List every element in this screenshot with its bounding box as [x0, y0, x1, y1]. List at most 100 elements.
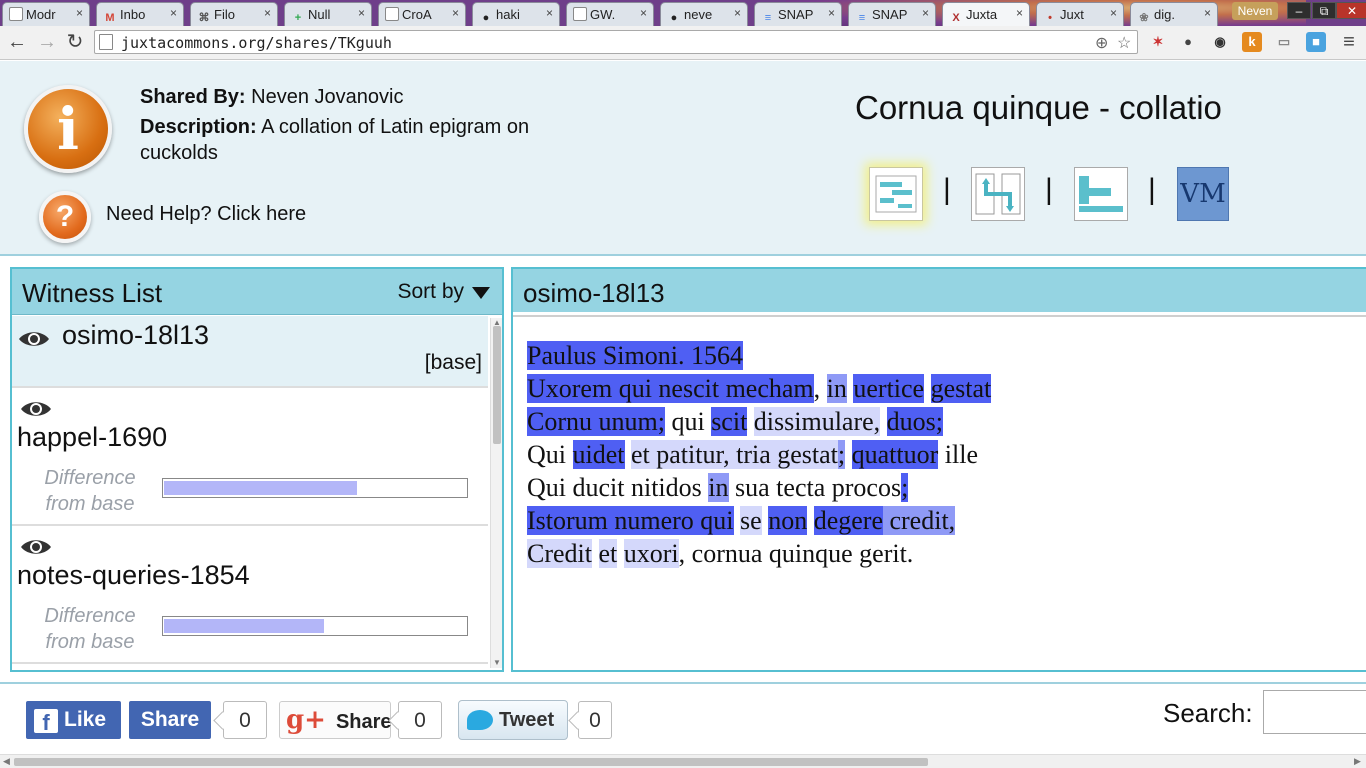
side-by-side-view-button[interactable]: [869, 167, 923, 221]
chrome-menu-icon[interactable]: ≡: [1338, 31, 1360, 53]
witness-name[interactable]: notes-queries-1854: [17, 560, 250, 591]
maximize-button[interactable]: ⧉: [1312, 2, 1336, 19]
witness-list-scrollbar[interactable]: ▲ ▼: [490, 318, 502, 668]
histogram-icon: [1079, 176, 1123, 212]
extension-evernote-icon[interactable]: ●: [1178, 32, 1198, 52]
browser-tab[interactable]: M Inbo ×: [96, 2, 184, 26]
tab-close-icon[interactable]: ×: [452, 6, 459, 20]
text-line: Cornu unum; qui scit dissimulare, duos;: [527, 405, 991, 438]
variant-highlight[interactable]: quattuor: [851, 440, 939, 469]
side-by-side-compare-button[interactable]: [971, 167, 1025, 221]
eye-icon[interactable]: [18, 330, 50, 348]
tab-close-icon[interactable]: ×: [828, 6, 835, 20]
scrollbar-thumb[interactable]: [493, 326, 501, 444]
variant-highlight[interactable]: ;: [901, 473, 909, 502]
variant-highlight[interactable]: duos;: [886, 407, 944, 436]
witness-item[interactable]: happel-1690 Difference from base: [12, 388, 488, 526]
browser-tab[interactable]: ⌘ Filo ×: [190, 2, 278, 26]
help-icon[interactable]: ?: [39, 191, 91, 243]
variant-highlight[interactable]: se: [740, 506, 762, 535]
browser-tab[interactable]: ≡ SNAP ×: [848, 2, 936, 26]
facebook-share-button[interactable]: Share: [129, 701, 211, 739]
tab-close-icon[interactable]: ×: [170, 6, 177, 20]
variant-highlight[interactable]: Uxorem qui nescit mecham: [527, 374, 814, 403]
tab-close-icon[interactable]: ×: [1110, 6, 1117, 20]
variant-highlight[interactable]: in: [708, 473, 729, 502]
tab-close-icon[interactable]: ×: [1204, 6, 1211, 20]
variant-highlight[interactable]: Istorum numero qui: [527, 506, 734, 535]
witness-item[interactable]: osimo-18l13 [base]: [12, 316, 488, 388]
browser-tab[interactable]: ❀ dig. ×: [1130, 2, 1218, 26]
extension-cast-icon[interactable]: ▭: [1274, 32, 1294, 52]
browser-tab[interactable]: • Juxt ×: [1036, 2, 1124, 26]
reload-icon[interactable]: ↻: [64, 31, 86, 53]
browser-tab[interactable]: CroA ×: [378, 2, 466, 26]
browser-tab[interactable]: Modr ×: [2, 2, 90, 26]
browser-tab[interactable]: ● haki ×: [472, 2, 560, 26]
sort-by-dropdown[interactable]: Sort by: [397, 280, 490, 304]
horizontal-scrollbar-thumb[interactable]: [14, 758, 928, 766]
browser-tab[interactable]: X Juxta ×: [942, 2, 1030, 26]
google-plus-share-button[interactable]: g+ Share: [279, 701, 392, 739]
browser-tab-title: Juxta: [966, 7, 998, 22]
variant-highlight[interactable]: credit,: [882, 506, 956, 535]
variant-highlight[interactable]: scit: [711, 407, 748, 436]
variant-highlight[interactable]: in: [826, 374, 847, 403]
tab-close-icon[interactable]: ×: [734, 6, 741, 20]
tab-close-icon[interactable]: ×: [264, 6, 271, 20]
google-plus-count: 0: [398, 701, 442, 739]
browser-tab[interactable]: ● neve ×: [660, 2, 748, 26]
browser-tab[interactable]: ≡ SNAP ×: [754, 2, 842, 26]
shared-by-label: Shared By:: [140, 86, 246, 108]
eye-icon[interactable]: [20, 538, 52, 556]
eye-icon[interactable]: [20, 400, 52, 418]
tab-close-icon[interactable]: ×: [1016, 6, 1023, 20]
bookmark-star-icon[interactable]: ☆: [1117, 33, 1131, 53]
variant-highlight[interactable]: Paulus Simoni. 1564: [527, 341, 743, 370]
variant-highlight[interactable]: Cornu unum;: [527, 407, 665, 436]
witness-name[interactable]: osimo-18l13: [62, 320, 209, 351]
variant-highlight[interactable]: Credit: [527, 539, 592, 568]
forward-arrow-icon[interactable]: →: [36, 31, 58, 53]
facebook-like-button[interactable]: f Like: [26, 701, 121, 739]
variant-highlight[interactable]: uxori: [623, 539, 679, 568]
histogram-view-button[interactable]: [1074, 167, 1128, 221]
extension-ghost-icon[interactable]: ◉: [1210, 32, 1230, 52]
scroll-right-arrow-icon[interactable]: ▶: [1354, 756, 1361, 767]
browser-tab[interactable]: + Null ×: [284, 2, 372, 26]
scroll-left-arrow-icon[interactable]: ◀: [3, 756, 10, 767]
address-bar[interactable]: juxtacommons.org/shares/TKguuh ⊕ ☆: [94, 30, 1138, 54]
variant-highlight[interactable]: gestat: [930, 374, 992, 403]
back-arrow-icon[interactable]: ←: [6, 31, 28, 53]
tab-close-icon[interactable]: ×: [76, 6, 83, 20]
tweet-button[interactable]: Tweet: [458, 700, 568, 740]
tab-close-icon[interactable]: ×: [546, 6, 553, 20]
variant-highlight[interactable]: non: [768, 506, 808, 535]
scroll-down-arrow-icon[interactable]: ▼: [493, 658, 501, 667]
versioning-machine-button[interactable]: VM: [1177, 167, 1229, 221]
minimize-button[interactable]: –: [1287, 2, 1311, 19]
witness-name[interactable]: happel-1690: [17, 422, 167, 453]
extension-spider-icon[interactable]: ✶: [1148, 32, 1168, 52]
variant-highlight[interactable]: et: [598, 539, 618, 568]
profile-user-badge[interactable]: Neven: [1232, 2, 1278, 20]
difference-bar: [162, 616, 468, 636]
witness-item[interactable]: notes-queries-1854 Difference from base: [12, 526, 488, 664]
tab-close-icon[interactable]: ×: [922, 6, 929, 20]
variant-highlight[interactable]: et patitur, tria gestat: [631, 440, 838, 469]
variant-highlight[interactable]: uidet: [572, 440, 625, 469]
zoom-icon[interactable]: ⊕: [1095, 33, 1108, 53]
variant-highlight[interactable]: dissimulare,: [753, 407, 881, 436]
variant-highlight[interactable]: degere: [813, 506, 883, 535]
page-horizontal-scrollbar[interactable]: ◀ ▶: [0, 754, 1366, 768]
witness-list-header: Witness List Sort by: [12, 269, 502, 315]
extension-cube-icon[interactable]: ■: [1306, 32, 1326, 52]
window-close-button[interactable]: ✕: [1336, 2, 1366, 19]
browser-tab[interactable]: GW. ×: [566, 2, 654, 26]
variant-highlight[interactable]: uertice: [853, 374, 925, 403]
tab-close-icon[interactable]: ×: [640, 6, 647, 20]
extension-k-icon[interactable]: k: [1242, 32, 1262, 52]
help-link[interactable]: Need Help? Click here: [106, 203, 306, 226]
tab-close-icon[interactable]: ×: [358, 6, 365, 20]
search-input[interactable]: [1263, 690, 1366, 734]
